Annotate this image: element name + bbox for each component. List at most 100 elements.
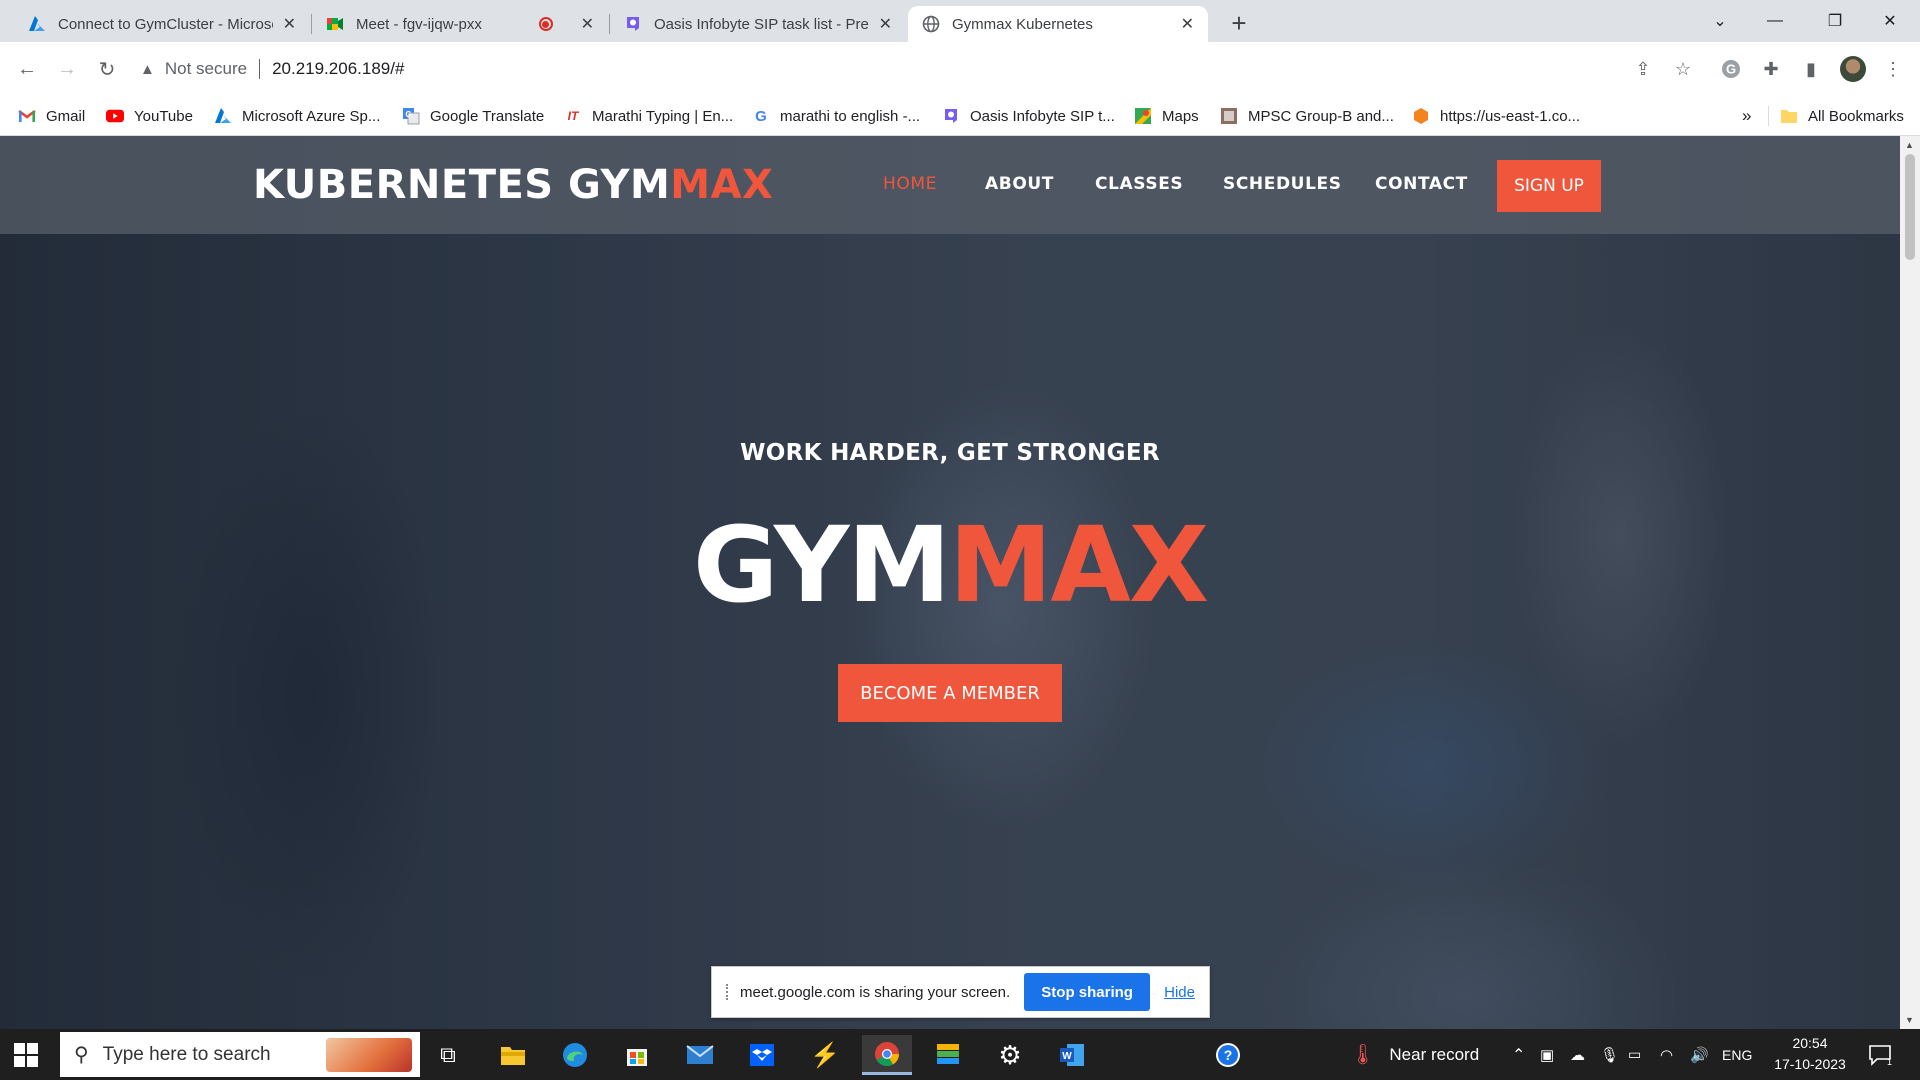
share-icon[interactable]: ⇪ (1630, 56, 1656, 82)
store-icon[interactable] (617, 1035, 657, 1075)
bookmark-label: Google Translate (430, 107, 545, 125)
thermometer-icon: 🌡 (1350, 1044, 1376, 1066)
tab-title: Meet - fgv-ijqw-pxx (356, 15, 482, 33)
wifi-icon[interactable]: ◠ (1660, 1029, 1673, 1080)
bluestacks-icon[interactable] (928, 1035, 968, 1075)
bookmark-marathi-typing[interactable]: IT Marathi Typing | En... (564, 105, 734, 127)
scrollbar-thumb[interactable] (1905, 154, 1915, 260)
bookmark-marathi-english[interactable]: G marathi to english -... (752, 105, 920, 127)
taskbar-clock[interactable]: 20:54 17-10-2023 (1755, 1033, 1865, 1075)
close-icon[interactable]: ✕ (1181, 14, 1194, 34)
scroll-up-icon[interactable]: ▲ (1905, 140, 1914, 150)
chrome-icon[interactable] (862, 1035, 912, 1075)
warning-icon: ▲ (140, 60, 155, 78)
task-view-icon[interactable]: ⧉ (428, 1035, 468, 1075)
bookmarks-overflow[interactable]: » (1742, 105, 1751, 127)
new-tab-button[interactable]: + (1222, 6, 1256, 40)
clock-date: 17-10-2023 (1774, 1056, 1846, 1072)
bookmark-maps[interactable]: Maps (1134, 105, 1199, 127)
bookmark-label: Maps (1162, 107, 1199, 125)
word-icon[interactable]: W (1052, 1035, 1092, 1075)
site-logo[interactable]: KUBERNETES GYMMAX (253, 162, 773, 208)
weather-widget[interactable]: 🌡 Near record (1350, 1029, 1479, 1080)
hero-title-main: GYM (692, 504, 951, 626)
tab-oasis[interactable]: Oasis Infobyte SIP task list - Presentat… (610, 6, 906, 42)
browser-tab-strip: Connect to GymCluster - Microsoft Azure … (0, 0, 1920, 42)
extensions-icon[interactable]: ✚ (1758, 56, 1784, 82)
bookmark-youtube[interactable]: YouTube (106, 105, 193, 127)
bookmark-star-icon[interactable]: ☆ (1670, 56, 1696, 82)
nav-contact[interactable]: CONTACT (1375, 174, 1468, 194)
browser-toolbar: ← → ↻ ▲ Not secure 20.219.206.189/# ⇪ ☆ … (0, 42, 1920, 96)
svg-text:W: W (1062, 1051, 1072, 1062)
window-close-icon[interactable]: ✕ (1860, 0, 1920, 42)
logo-main: KUBERNETES GYM (253, 162, 671, 208)
power-automate-icon[interactable]: ⚡ (805, 1035, 845, 1075)
minimize-icon[interactable]: — (1745, 0, 1805, 42)
notifications-icon[interactable]: 1 (1868, 1029, 1892, 1080)
bookmark-azure[interactable]: Microsoft Azure Sp... (214, 105, 380, 127)
search-highlight-image (326, 1038, 412, 1072)
page-scrollbar[interactable]: ▲ ▼ (1900, 136, 1920, 1029)
bookmark-label: Microsoft Azure Sp... (242, 107, 381, 125)
all-bookmarks[interactable]: All Bookmarks (1780, 105, 1904, 127)
tab-azure[interactable]: Connect to GymCluster - Microsoft Azure … (14, 6, 310, 42)
close-icon[interactable]: ✕ (879, 14, 892, 34)
taskbar-search[interactable]: ⚲ Type here to search (60, 1032, 420, 1077)
folder-icon (1780, 107, 1798, 125)
tab-search-icon[interactable]: ⌄ (1690, 0, 1750, 42)
nav-home[interactable]: HOME (883, 174, 937, 194)
reload-icon[interactable]: ↻ (92, 54, 122, 84)
bookmark-mpsc[interactable]: MPSC Group-B and... (1220, 105, 1394, 127)
tab-meet[interactable]: Meet - fgv-ijqw-pxx ✕ (312, 6, 608, 42)
tab-gymmax[interactable]: Gymmax Kubernetes ✕ (908, 6, 1208, 42)
bookmark-translate[interactable]: G Google Translate (402, 105, 544, 127)
bookmark-oasis[interactable]: Oasis Infobyte SIP t... (942, 105, 1115, 127)
mail-icon[interactable] (680, 1035, 720, 1075)
close-icon[interactable]: ✕ (283, 14, 296, 34)
edge-icon[interactable] (555, 1035, 595, 1075)
forward-icon[interactable]: → (52, 54, 82, 84)
file-explorer-icon[interactable] (493, 1035, 533, 1075)
settings-gear-icon[interactable]: ⚙ (990, 1035, 1030, 1075)
address-bar[interactable]: ▲ Not secure 20.219.206.189/# (140, 50, 1630, 88)
close-icon[interactable]: ✕ (581, 14, 594, 34)
bookmark-gmail[interactable]: Gmail (18, 105, 85, 127)
battery-icon[interactable]: ▭ (1628, 1029, 1641, 1080)
google-icon: G (755, 107, 767, 125)
back-icon[interactable]: ← (12, 54, 42, 84)
restore-icon[interactable]: ❐ (1805, 0, 1865, 42)
dropbox-icon[interactable] (742, 1035, 782, 1075)
help-icon[interactable]: ? (1208, 1035, 1248, 1075)
meet-icon (326, 15, 344, 33)
volume-icon[interactable]: 🔊 (1690, 1029, 1709, 1080)
bookmark-label: MPSC Group-B and... (1248, 107, 1394, 125)
windows-start-icon[interactable] (14, 1043, 38, 1067)
windows-taskbar: ⚲ Type here to search ⧉ ⚡ ⚙ W ? 🌡 Near r… (0, 1029, 1920, 1080)
hero-title: GYMMAX (0, 504, 1900, 626)
menu-icon[interactable]: ⋮ (1880, 56, 1906, 82)
become-member-button[interactable]: BECOME A MEMBER (838, 664, 1062, 722)
address-divider (259, 59, 261, 79)
show-hidden-icons[interactable]: ⌃ (1512, 1029, 1525, 1080)
nav-about[interactable]: ABOUT (985, 174, 1054, 194)
stop-sharing-button[interactable]: Stop sharing (1024, 973, 1151, 1011)
azure-icon (214, 107, 232, 125)
side-panel-icon[interactable]: ▮ (1798, 56, 1824, 82)
search-icon: ⚲ (74, 1044, 89, 1066)
nav-schedules[interactable]: SCHEDULES (1223, 174, 1342, 194)
language-indicator[interactable]: ENG (1722, 1029, 1752, 1080)
oasis-icon (624, 15, 642, 33)
microphone-icon[interactable]: 🎙 (1600, 1029, 1619, 1080)
hide-link[interactable]: Hide (1164, 984, 1195, 1001)
meet-tray-icon[interactable]: ▣ (1540, 1029, 1554, 1080)
scroll-down-icon[interactable]: ▼ (1905, 1015, 1914, 1025)
onedrive-icon[interactable]: ☁ (1570, 1029, 1585, 1080)
grammarly-icon[interactable]: G (1718, 56, 1744, 82)
notification-count: 1 (1887, 1057, 1892, 1066)
profile-avatar[interactable] (1840, 56, 1866, 82)
drag-handle-icon[interactable] (726, 984, 728, 1000)
bookmark-aws[interactable]: https://us-east-1.co... (1412, 105, 1580, 127)
nav-classes[interactable]: CLASSES (1095, 174, 1183, 194)
signup-button[interactable]: SIGN UP (1497, 160, 1601, 212)
